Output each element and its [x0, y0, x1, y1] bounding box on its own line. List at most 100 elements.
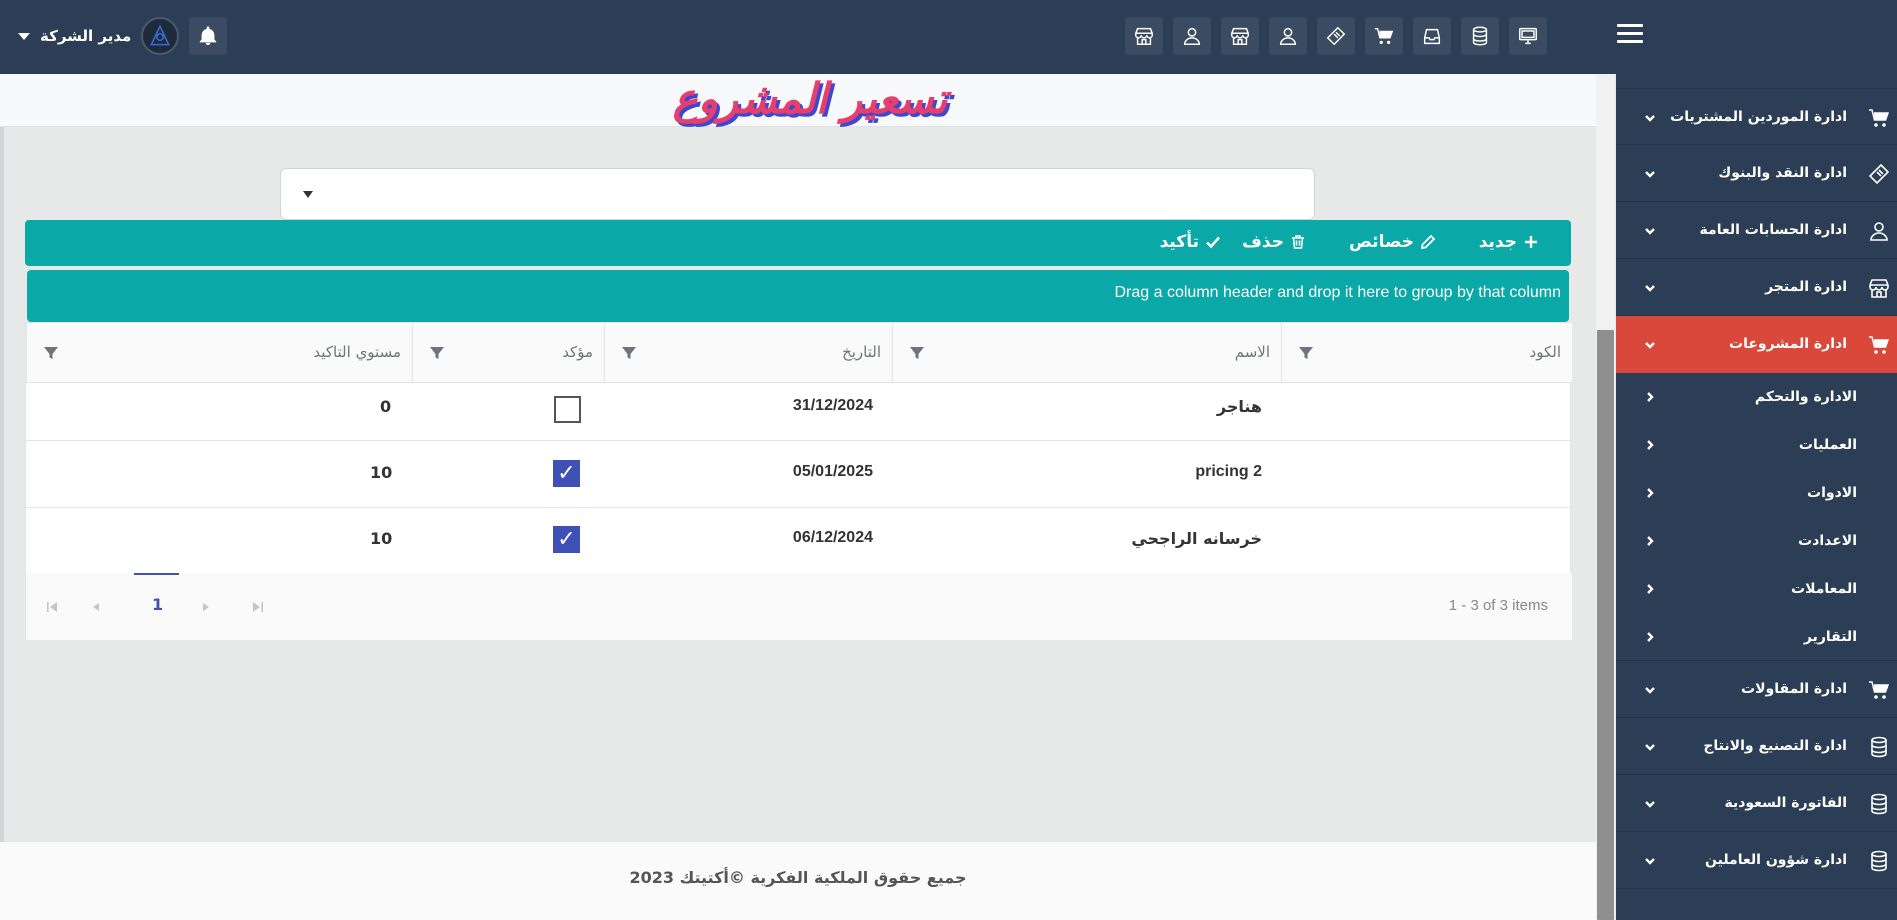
menu-toggle-button[interactable] — [1617, 24, 1643, 50]
properties-button[interactable]: خصائص — [1349, 232, 1436, 252]
sidebar-subitem-operations[interactable]: العمليات — [1616, 421, 1897, 469]
store-icon[interactable] — [1221, 17, 1259, 55]
sidebar-item-hr[interactable]: ادارة شؤون العاملين — [1616, 832, 1897, 889]
store-icon[interactable] — [1125, 17, 1163, 55]
table-row[interactable]: خرسانه الراجحي 06/12/2024 ✓ 10 — [26, 508, 1572, 574]
inbox-icon[interactable] — [1413, 17, 1451, 55]
sidebar-item-saudi-invoice[interactable]: الفاتورة السعودية — [1616, 775, 1897, 832]
column-header-confirmed[interactable]: مؤكد — [412, 323, 604, 383]
confirm-button[interactable]: تأكيد — [1160, 232, 1221, 252]
cart-icon — [1869, 681, 1890, 699]
sidebar-item-label: ادارة المشروعات — [1729, 336, 1847, 352]
column-header-confirm-level[interactable]: مستوي التاكيد — [26, 323, 412, 383]
sidebar-item-label: الفاتورة السعودية — [1724, 795, 1847, 811]
sidebar-item-label: ادارة المتجر — [1765, 279, 1847, 295]
sidebar-item-label: ادارة شؤون العاملين — [1705, 852, 1847, 868]
sidebar-subitem-label: المعاملات — [1791, 581, 1857, 597]
sidebar-item-contracting[interactable]: ادارة المقاولات — [1616, 661, 1897, 718]
chevron-right-icon — [1647, 584, 1654, 594]
caret-down-icon — [303, 191, 313, 198]
confirmed-checkbox[interactable]: ✓ — [553, 460, 580, 487]
cart-icon[interactable] — [1365, 17, 1403, 55]
cell-date: 05/01/2025 — [792, 463, 873, 480]
sidebar: ادارة الموردين المشتريات ادارة النقد وال… — [1616, 74, 1897, 920]
filter-icon[interactable] — [621, 345, 637, 361]
column-header-code[interactable]: الكود — [1281, 323, 1572, 383]
column-label: التاريخ — [842, 343, 881, 361]
sidebar-item-purchases[interactable]: ادارة الموردين المشتريات — [1616, 88, 1897, 145]
delete-button[interactable]: حذف — [1242, 232, 1306, 252]
page-number-button[interactable]: 1 — [152, 595, 163, 614]
database-icon — [1871, 793, 1887, 815]
chevron-down-icon — [1645, 285, 1655, 292]
sidebar-subitem-tools[interactable]: الادوات — [1616, 469, 1897, 517]
filter-icon[interactable] — [1298, 345, 1314, 361]
sidebar-item-label: ادارة المقاولات — [1741, 681, 1847, 697]
column-label: الاسم — [1234, 343, 1270, 361]
sidebar-item-label: ادارة التصنيع والانتاج — [1703, 738, 1847, 754]
group-drop-area[interactable]: Drag a column header and drop it here to… — [27, 270, 1569, 322]
hamburger-line — [1617, 32, 1643, 35]
user-dropdown-caret[interactable] — [18, 32, 30, 40]
user-icon[interactable] — [1269, 17, 1307, 55]
chevron-down-icon — [1645, 171, 1655, 178]
next-page-icon[interactable] — [200, 601, 212, 613]
notification-button[interactable] — [189, 17, 228, 55]
sidebar-item-projects[interactable]: ادارة المشروعات — [1616, 316, 1897, 373]
avatar[interactable] — [141, 17, 180, 55]
column-header-name[interactable]: الاسم — [892, 323, 1281, 383]
column-label: مؤكد — [562, 343, 593, 361]
group-hint: Drag a column header and drop it here to… — [1114, 284, 1562, 301]
database-icon[interactable] — [1461, 17, 1499, 55]
hamburger-line — [1617, 40, 1643, 43]
top-navbar: مدير الشركة — [0, 0, 1897, 74]
page-scrollbar-thumb[interactable] — [1597, 330, 1614, 920]
last-page-icon[interactable] — [252, 601, 264, 613]
column-label: الكود — [1529, 343, 1561, 361]
filter-icon[interactable] — [909, 345, 925, 361]
sidebar-subitem-management[interactable]: الادارة والتحكم — [1616, 373, 1897, 421]
monitor-icon[interactable] — [1509, 17, 1547, 55]
sidebar-subitem-reports[interactable]: التقارير — [1616, 613, 1897, 661]
chevron-right-icon — [1647, 488, 1654, 498]
sidebar-item-cash-banks[interactable]: ادارة النقد والبنوك — [1616, 145, 1897, 202]
check-icon — [1206, 236, 1220, 249]
first-page-icon[interactable] — [46, 601, 58, 613]
confirmed-checkbox[interactable]: ✓ — [553, 526, 580, 553]
footer: جميع حقوق الملكية الفكرية ©أكتيتك 2023 — [0, 842, 1596, 920]
chevron-down-icon — [1645, 744, 1655, 751]
sidebar-item-store[interactable]: ادارة المتجر — [1616, 259, 1897, 316]
chevron-down-icon — [1645, 115, 1655, 122]
project-select[interactable] — [280, 168, 1315, 220]
sidebar-subitem-label: الادارة والتحكم — [1754, 389, 1857, 405]
new-button[interactable]: جديد — [1479, 232, 1539, 252]
sidebar-item-label: ادارة النقد والبنوك — [1718, 165, 1847, 181]
confirmed-checkbox[interactable] — [554, 396, 581, 423]
filter-icon[interactable] — [429, 345, 445, 361]
chevron-down-icon — [1645, 858, 1655, 865]
column-header-date[interactable]: التاريخ — [604, 323, 892, 383]
trash-icon — [1292, 235, 1304, 249]
cell-confirm-level: 10 — [370, 529, 393, 548]
sidebar-subitem-settings[interactable]: الاعدادت — [1616, 517, 1897, 565]
page-header: تسعير المشروع — [0, 74, 1596, 127]
user-icon[interactable] — [1173, 17, 1211, 55]
sidebar-subitem-label: الادوات — [1807, 485, 1857, 501]
sidebar-item-manufacturing[interactable]: ادارة التصنيع والانتاج — [1616, 718, 1897, 775]
database-icon — [1871, 736, 1887, 758]
confirm-button-label: تأكيد — [1159, 232, 1199, 252]
prev-page-icon[interactable] — [90, 601, 102, 613]
table-row[interactable]: هناجر 31/12/2024 0 — [26, 383, 1572, 441]
user-name[interactable]: مدير الشركة — [40, 27, 131, 45]
grid-toolbar: جديد خصائص حذف تأكيد — [25, 220, 1571, 266]
table-row[interactable]: pricing 2 05/01/2025 ✓ 10 — [26, 441, 1572, 508]
sidebar-item-general-accounts[interactable]: ادارة الحسابات العامة — [1616, 202, 1897, 259]
grid-header: الكود الاسم التاريخ مؤكد مستوي التاكيد — [26, 323, 1572, 383]
delete-button-label: حذف — [1242, 232, 1284, 252]
bell-icon — [200, 26, 217, 46]
database-icon — [1871, 850, 1887, 872]
filter-icon[interactable] — [43, 345, 59, 361]
chevron-right-icon — [1647, 536, 1654, 546]
ticket-icon[interactable] — [1317, 17, 1355, 55]
sidebar-subitem-transactions[interactable]: المعاملات — [1616, 565, 1897, 613]
